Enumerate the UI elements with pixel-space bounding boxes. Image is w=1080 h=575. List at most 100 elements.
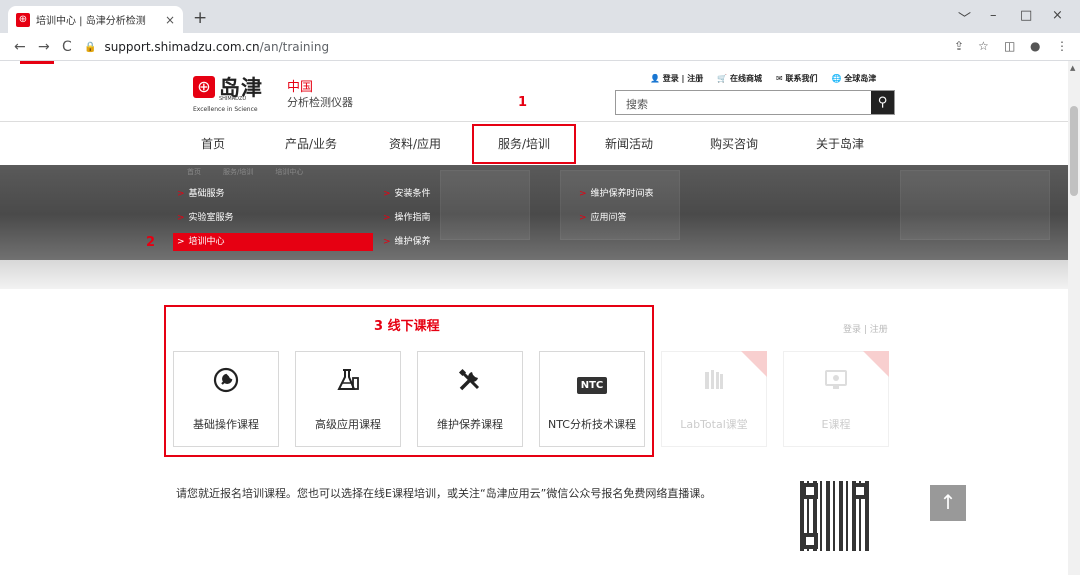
tab-close-icon[interactable]: ×	[165, 13, 175, 27]
arrow-icon: >	[579, 189, 587, 199]
card-label: 维护保养课程	[437, 418, 503, 431]
card-label: LabTotal课堂	[680, 418, 748, 431]
url-field[interactable]: 🔒 support.shimadzu.com.cn/an/training	[84, 36, 939, 58]
page-scrollbar[interactable]: ▲	[1068, 61, 1080, 575]
arrow-icon: >	[579, 213, 587, 223]
tab-title: 培训中心 | 岛津分析检测	[36, 16, 146, 27]
banner-decoration	[900, 170, 1050, 240]
arrow-icon: >	[177, 189, 185, 199]
course-card-ntc[interactable]: NTC NTC分析技术课程	[539, 351, 645, 447]
back-button[interactable]: ←	[14, 39, 26, 55]
side-panel-icon[interactable]: ◫	[1004, 39, 1015, 53]
arrow-icon: >	[177, 237, 185, 247]
nav-purchase[interactable]: 购买咨询	[691, 122, 777, 166]
submenu-basic-service[interactable]: > 基础服务	[173, 185, 225, 203]
course-card-basic[interactable]: 基础操作课程	[173, 351, 279, 447]
nav-resources[interactable]: 资料/应用	[372, 122, 458, 166]
course-card-maintenance[interactable]: 维护保养课程	[417, 351, 523, 447]
course-card-advanced[interactable]: 高级应用课程	[295, 351, 401, 447]
banner-floor	[0, 260, 1068, 289]
submenu-training-center[interactable]: > 培训中心	[173, 233, 373, 251]
ntc-icon: NTC	[540, 366, 644, 394]
url-host: support.shimadzu.com.cn	[104, 40, 260, 54]
global-shimadzu-link[interactable]: 🌐 全球岛津	[832, 73, 877, 84]
region-label[interactable]: 中国	[287, 76, 313, 95]
annotation-3: 3 线下课程	[374, 319, 440, 334]
tools-icon	[418, 366, 522, 400]
card-label: NTC分析技术课程	[548, 418, 636, 431]
card-label: 高级应用课程	[315, 418, 381, 431]
arrow-icon: >	[383, 237, 391, 247]
contact-us-link[interactable]: ✉ 联系我们	[776, 73, 818, 84]
submenu-application-qa[interactable]: > 应用问答	[575, 209, 627, 227]
card-label: E课程	[821, 418, 851, 431]
top-links: 👤 登录 | 注册 🛒 在线商城 ✉ 联系我们 🌐 全球岛津	[650, 73, 876, 84]
login-register-mini[interactable]: 登录 | 注册	[843, 322, 888, 335]
lock-icon: 🔒	[84, 41, 97, 53]
minimize-button[interactable]: –	[990, 8, 997, 23]
training-notice: 请您就近报名培训课程。您也可以选择在线E课程培训，或关注“岛津应用云”微信公众号…	[176, 487, 712, 500]
nav-home[interactable]: 首页	[170, 122, 256, 166]
qr-corner	[802, 533, 818, 549]
arrow-icon: >	[383, 189, 391, 199]
main-nav: 首页 产品/业务 资料/应用 服务/培训 新闻活动 购买咨询 关于岛津	[0, 121, 1068, 165]
search-placeholder: 搜索	[626, 98, 648, 111]
qr-corner	[852, 483, 868, 499]
course-card-ecourse[interactable]: E课程	[783, 351, 889, 447]
tab-search-icon[interactable]: ﹀	[958, 8, 971, 27]
qr-code	[800, 481, 870, 551]
login-register-link[interactable]: 👤 登录 | 注册	[650, 73, 703, 84]
nav-products[interactable]: 产品/业务	[268, 122, 354, 166]
logo-english: SHIMADZU	[219, 96, 247, 102]
qr-corner	[802, 483, 818, 499]
flask-icon	[296, 366, 400, 400]
annotation-2: 2	[146, 235, 156, 250]
browser-tab[interactable]: ⊕ 培训中心 | 岛津分析检测 ×	[8, 6, 183, 33]
search-icon[interactable]: ⚲	[871, 91, 894, 114]
submenu-operation-guide[interactable]: > 操作指南	[379, 209, 431, 227]
site-subtitle: 分析检测仪器	[287, 96, 353, 109]
bookmark-star-icon[interactable]: ☆	[978, 39, 989, 53]
url-path: /an/training	[259, 40, 330, 54]
logo-mark-icon: ⊕	[193, 76, 215, 98]
browser-menu-icon[interactable]: ⋮	[1056, 39, 1068, 53]
browser-tab-bar: ⊕ 培训中心 | 岛津分析检测 × + ﹀ – □ ×	[0, 0, 1080, 33]
close-window-button[interactable]: ×	[1052, 8, 1063, 23]
service-submenu: > 基础服务 > 实验室服务 > 培训中心 > 安装条件 > 操作指南 > 维护保养 > 维护…	[173, 179, 733, 257]
course-card-labtotal[interactable]: LabTotal课堂	[661, 351, 767, 447]
back-to-top-button[interactable]: ↑	[930, 485, 966, 521]
site-favicon-icon: ⊕	[16, 12, 30, 27]
submenu-maintenance[interactable]: > 维护保养	[379, 233, 431, 251]
profile-avatar-icon[interactable]: ●	[1030, 39, 1040, 53]
breadcrumb-item[interactable]: 服务/培训	[223, 167, 253, 177]
breadcrumb: 首页 服务/培训 培训中心	[187, 167, 303, 177]
reload-button[interactable]: C	[62, 39, 72, 55]
breadcrumb-item[interactable]: 培训中心	[275, 167, 303, 177]
books-icon	[662, 366, 766, 400]
logo-slogan: Excellence in Science	[193, 106, 258, 113]
nav-service-training[interactable]: 服务/培训	[472, 124, 576, 164]
page-viewport: ⊕ 岛津 SHIMADZU Excellence in Science 中国 分…	[0, 61, 1068, 575]
search-input[interactable]: 搜索 ⚲	[615, 90, 895, 115]
card-label: 基础操作课程	[193, 418, 259, 431]
scrollbar-thumb[interactable]	[1070, 106, 1078, 196]
wrench-circle-icon	[174, 366, 278, 400]
scroll-up-arrow-icon[interactable]: ▲	[1070, 64, 1075, 72]
annotation-1: 1	[518, 95, 528, 110]
share-icon[interactable]: ⇪	[954, 39, 964, 53]
submenu-install-conditions[interactable]: > 安装条件	[379, 185, 431, 203]
forward-button[interactable]: →	[38, 39, 50, 55]
new-tab-button[interactable]: +	[193, 8, 207, 28]
monitor-icon	[784, 366, 888, 400]
address-bar: ← → C 🔒 support.shimadzu.com.cn/an/train…	[0, 33, 1080, 61]
breadcrumb-item[interactable]: 首页	[187, 167, 201, 177]
site-header: ⊕ 岛津 SHIMADZU Excellence in Science 中国 分…	[0, 61, 1068, 121]
shimadzu-logo[interactable]: ⊕ 岛津 SHIMADZU Excellence in Science	[193, 76, 273, 118]
submenu-maintenance-schedule[interactable]: > 维护保养时间表	[575, 185, 654, 203]
nav-news[interactable]: 新闻活动	[586, 122, 672, 166]
maximize-button[interactable]: □	[1020, 8, 1032, 23]
nav-about[interactable]: 关于岛津	[797, 122, 883, 166]
arrow-icon: >	[177, 213, 185, 223]
submenu-lab-service[interactable]: > 实验室服务	[173, 209, 234, 227]
online-store-link[interactable]: 🛒 在线商城	[717, 73, 762, 84]
